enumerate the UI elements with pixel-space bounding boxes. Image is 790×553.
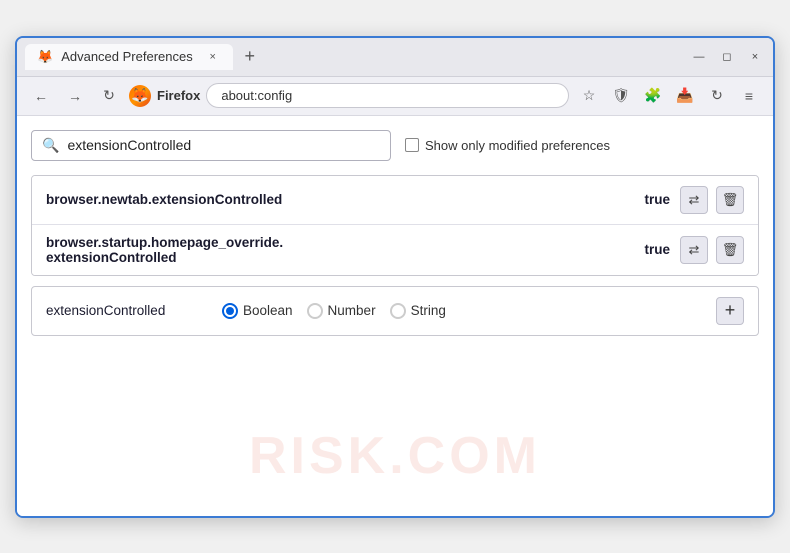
delete-button-2[interactable]: 🗑 <box>716 236 744 264</box>
number-radio-option[interactable]: Number <box>307 303 376 319</box>
new-tab-button[interactable]: + <box>237 44 263 70</box>
title-bar: 🦊 Advanced Preferences × + — ◻ × <box>17 38 773 77</box>
string-radio-circle[interactable] <box>390 303 406 319</box>
address-bar[interactable] <box>206 83 569 108</box>
forward-button[interactable]: → <box>61 82 89 110</box>
search-icon: 🔍 <box>42 137 59 154</box>
minimize-button[interactable]: — <box>689 47 709 67</box>
browser-window: 🦊 Advanced Preferences × + — ◻ × ← → ↻ 🦊… <box>15 36 775 518</box>
watermark: RISK.COM <box>249 426 541 486</box>
boolean-radio-option[interactable]: Boolean <box>222 303 293 319</box>
pref-name-2-line1: browser.startup.homepage_override. <box>46 235 624 250</box>
string-label: String <box>411 303 446 318</box>
add-preference-button[interactable]: + <box>716 297 744 325</box>
toggle-button-1[interactable]: ⇄ <box>680 186 708 214</box>
restore-button[interactable]: ◻ <box>717 47 737 67</box>
extension-icon[interactable]: 🧩 <box>639 82 667 110</box>
show-modified-option[interactable]: Show only modified preferences <box>405 138 610 153</box>
tab-title: Advanced Preferences <box>61 49 193 64</box>
search-box: 🔍 <box>31 130 391 161</box>
bookmark-icon[interactable]: ☆ <box>575 82 603 110</box>
type-radio-group: Boolean Number String <box>222 303 700 319</box>
sync-icon[interactable]: ↻ <box>703 82 731 110</box>
firefox-label: Firefox <box>157 88 200 103</box>
new-pref-name: extensionControlled <box>46 303 206 318</box>
pref-name-1: browser.newtab.extensionControlled <box>46 192 624 207</box>
close-button[interactable]: × <box>745 47 765 67</box>
table-row: browser.startup.homepage_override. exten… <box>32 225 758 275</box>
toolbar-icons: ☆ 🛡 🧩 📥 ↻ ≡ <box>575 82 763 110</box>
search-row: 🔍 Show only modified preferences <box>31 130 759 161</box>
pref-value-1: true <box>634 192 670 207</box>
browser-toolbar: ← → ↻ 🦊 Firefox ☆ 🛡 🧩 📥 ↻ ≡ <box>17 77 773 116</box>
show-modified-label: Show only modified preferences <box>425 138 610 153</box>
downloads-icon[interactable]: 📥 <box>671 82 699 110</box>
pref-value-2: true <box>634 242 670 257</box>
shield-icon: 🛡 <box>607 82 635 110</box>
table-row: browser.newtab.extensionControlled true … <box>32 176 758 225</box>
number-label: Number <box>328 303 376 318</box>
pref-actions-1: ⇄ 🗑 <box>680 186 744 214</box>
tab-close-button[interactable]: × <box>205 49 221 65</box>
search-input[interactable] <box>67 137 380 153</box>
window-controls: — ◻ × <box>689 47 765 67</box>
toggle-button-2[interactable]: ⇄ <box>680 236 708 264</box>
firefox-logo-icon: 🦊 <box>129 85 151 107</box>
pref-name-2-line2: extensionControlled <box>46 250 624 265</box>
boolean-radio-circle[interactable] <box>222 303 238 319</box>
menu-icon[interactable]: ≡ <box>735 82 763 110</box>
string-radio-option[interactable]: String <box>390 303 446 319</box>
refresh-button[interactable]: ↻ <box>95 82 123 110</box>
show-modified-checkbox[interactable] <box>405 138 419 152</box>
preferences-table: browser.newtab.extensionControlled true … <box>31 175 759 276</box>
main-content: RISK.COM 🔍 Show only modified preference… <box>17 116 773 516</box>
browser-tab[interactable]: 🦊 Advanced Preferences × <box>25 44 233 70</box>
pref-name-2-container: browser.startup.homepage_override. exten… <box>46 235 624 265</box>
delete-button-1[interactable]: 🗑 <box>716 186 744 214</box>
pref-actions-2: ⇄ 🗑 <box>680 236 744 264</box>
number-radio-circle[interactable] <box>307 303 323 319</box>
new-preference-row: extensionControlled Boolean Number Strin… <box>31 286 759 336</box>
boolean-label: Boolean <box>243 303 293 318</box>
back-button[interactable]: ← <box>27 82 55 110</box>
